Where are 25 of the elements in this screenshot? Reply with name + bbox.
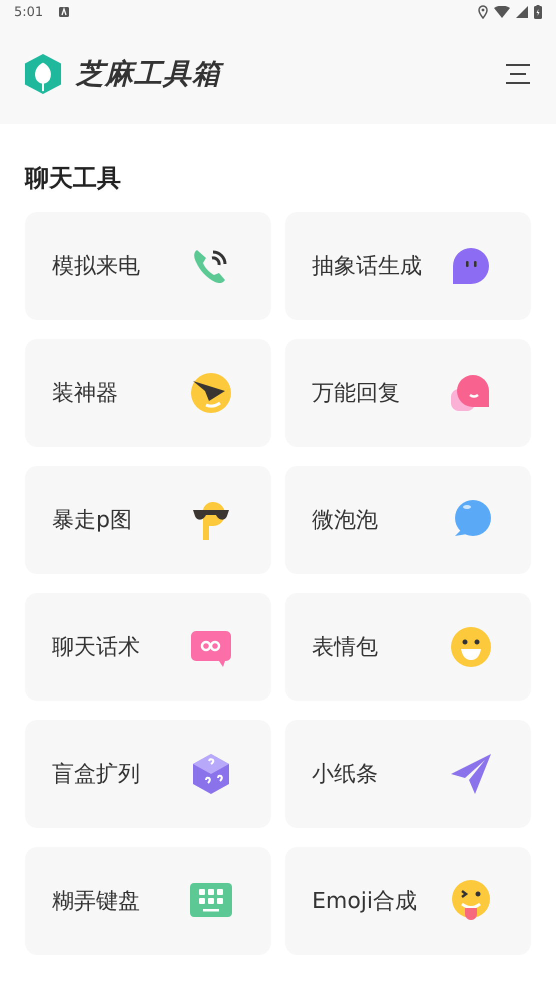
tool-card[interactable]: 万能回复	[285, 339, 531, 447]
tool-card[interactable]: 装神器	[25, 339, 271, 447]
battery-icon	[534, 5, 542, 19]
wifi-icon	[494, 6, 510, 18]
status-time: 5:01	[14, 4, 44, 20]
tool-card[interactable]: 聊天话术	[25, 593, 271, 701]
smiley-icon	[449, 625, 493, 669]
location-icon	[478, 5, 488, 19]
tongue-face-icon	[449, 879, 493, 923]
tool-card[interactable]: 微泡泡	[285, 466, 531, 574]
menu-button[interactable]	[504, 62, 532, 86]
tool-card[interactable]: 模拟来电	[25, 212, 271, 320]
paper-plane-icon	[449, 752, 493, 796]
tool-card[interactable]: 盲盒扩列	[25, 720, 271, 828]
section-title: 聊天工具	[25, 163, 122, 194]
notification-icon	[59, 7, 70, 17]
sunglasses-face-icon	[189, 371, 233, 415]
tool-card[interactable]: 表情包	[285, 593, 531, 701]
tool-card[interactable]: Emoji合成	[285, 847, 531, 955]
signal-icon	[516, 6, 528, 18]
tool-card[interactable]: 暴走p图	[25, 466, 271, 574]
tool-card[interactable]: 糊弄键盘	[25, 847, 271, 955]
tool-card[interactable]: 小纸条	[285, 720, 531, 828]
tool-card[interactable]: 抽象话生成	[285, 212, 531, 320]
logo-icon	[24, 53, 62, 95]
